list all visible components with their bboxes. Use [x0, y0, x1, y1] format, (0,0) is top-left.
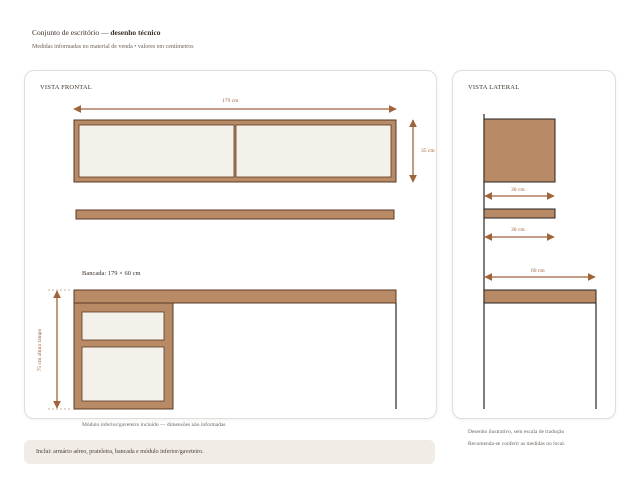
- desk-height-label: 75 cm altura tampo: [37, 328, 43, 372]
- cabinet-height-label: 35 cm: [421, 148, 435, 154]
- side-desk-depth-label: 60 cm: [531, 268, 545, 274]
- upper-cabinet: [73, 119, 397, 183]
- technical-drawing: [48, 105, 597, 410]
- side-cabinet-depth-label: 30 cm: [511, 187, 525, 193]
- side-shelf-depth-label: 30 cm: [511, 227, 525, 233]
- cabinet-width-label: 179 cm: [222, 98, 239, 104]
- side-profile: [483, 114, 597, 409]
- wall-shelf: [75, 209, 395, 220]
- side-view-title: VISTA LATERAL: [468, 84, 520, 91]
- drawer-module: [73, 302, 174, 410]
- lower-module-note: Módulo inferior/gaveteiro incluído — dim…: [82, 422, 226, 428]
- footer-text: Inclui: armário aéreo, prateleira, banca…: [36, 449, 204, 455]
- side-note-line-1: Desenho ilustrativo, sem escala de tradu…: [468, 429, 565, 435]
- desk-height-dimension: [48, 289, 70, 410]
- front-view-title: VISTA FRONTAL: [40, 84, 92, 91]
- side-note-line-2: Recomenda-se conferir as medidas no loca…: [468, 441, 566, 447]
- desk-label: Bancada: 179 × 60 cm: [82, 270, 141, 277]
